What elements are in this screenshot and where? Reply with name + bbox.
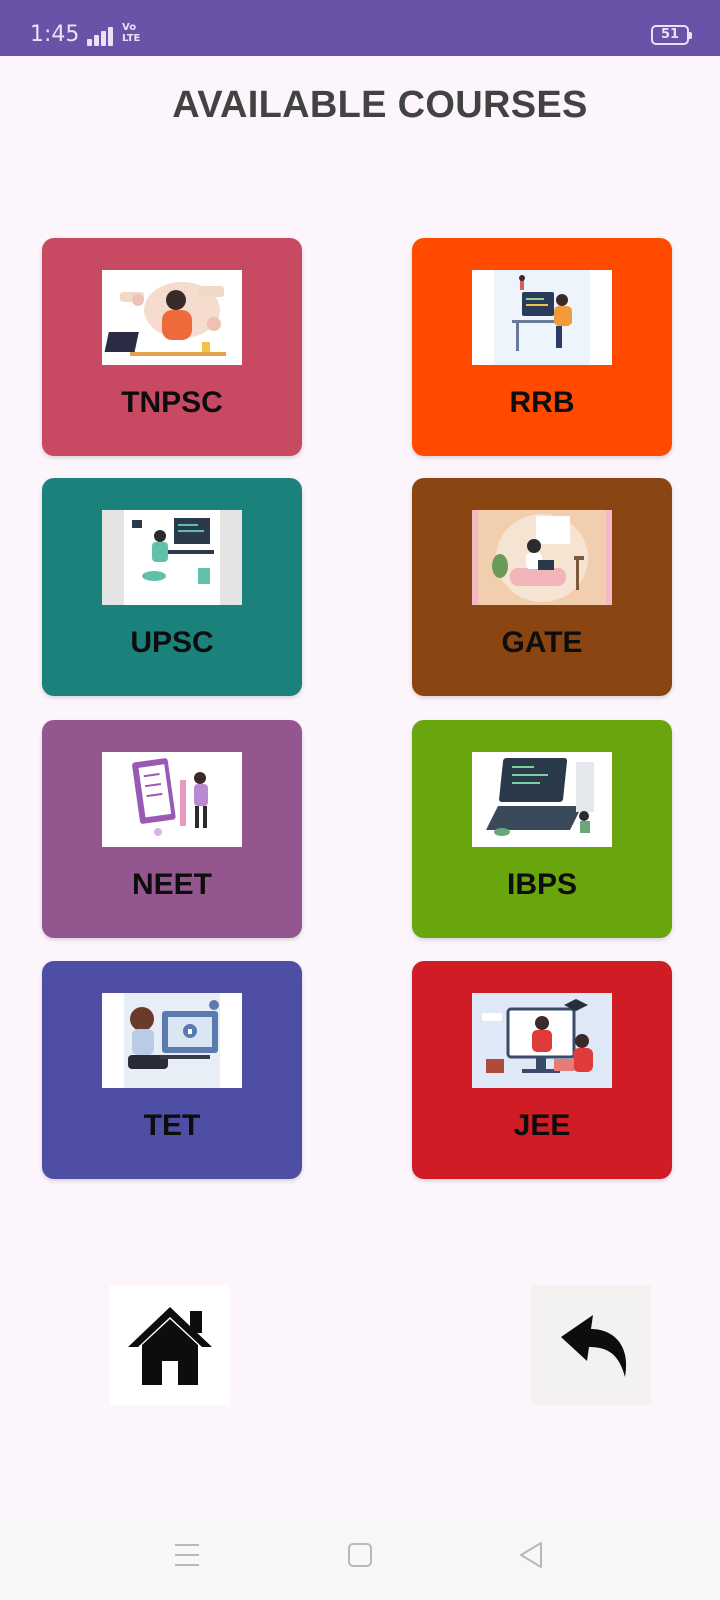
course-card-jee[interactable]: JEE [412, 961, 672, 1179]
status-time: 1:45 [30, 22, 80, 47]
course-card-rrb[interactable]: RRB [412, 238, 672, 456]
course-label: JEE [513, 1109, 571, 1142]
woman-sofa-laptop-illustration [472, 510, 612, 605]
signal-icon [87, 26, 117, 46]
developer-desk-illustration [472, 270, 612, 365]
home-square-icon[interactable] [347, 1540, 373, 1570]
programmer-workstation-illustration [102, 510, 242, 605]
course-label: TET [143, 1109, 201, 1142]
course-label: TNPSC [121, 386, 223, 419]
course-label: RRB [509, 386, 575, 419]
laptop-code-illustration [472, 752, 612, 847]
back-arrow-icon [561, 1315, 627, 1377]
back-triangle-icon[interactable] [518, 1540, 544, 1570]
status-bar: 1:45 Vo LTE 51 [0, 0, 720, 56]
course-card-tnpsc[interactable]: TNPSC [42, 238, 302, 456]
course-label: UPSC [130, 626, 214, 659]
system-nav-bar [0, 1512, 720, 1600]
battery-icon: 51 [651, 25, 692, 45]
page-title: AVAILABLE COURSES [172, 84, 588, 126]
course-card-ibps[interactable]: IBPS [412, 720, 672, 938]
woman-laptop-illustration [102, 270, 242, 365]
course-label: NEET [131, 868, 212, 901]
course-card-gate[interactable]: GATE [412, 478, 672, 696]
menu-icon[interactable] [174, 1540, 200, 1570]
course-card-tet[interactable]: TET [42, 961, 302, 1179]
checklist-clipboard-illustration [102, 752, 242, 847]
course-card-neet[interactable]: NEET [42, 720, 302, 938]
back-button[interactable] [531, 1285, 651, 1405]
home-icon [128, 1307, 212, 1385]
volte-label: Vo LTE [122, 22, 141, 44]
online-class-illustration [472, 993, 612, 1088]
course-label: GATE [501, 626, 583, 659]
home-button[interactable] [110, 1285, 230, 1405]
course-label: IBPS [506, 868, 578, 901]
woman-security-computer-illustration [102, 993, 242, 1088]
course-card-upsc[interactable]: UPSC [42, 478, 302, 696]
